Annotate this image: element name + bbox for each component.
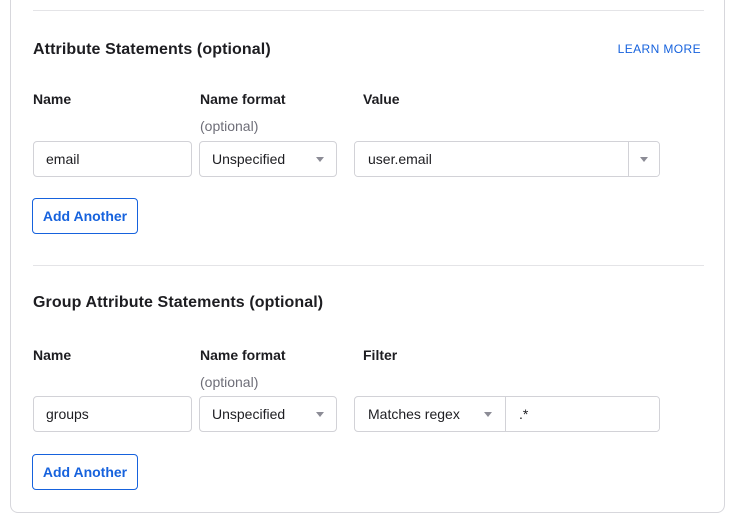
add-another-attribute-button[interactable]: Add Another: [32, 198, 138, 234]
group-attribute-filter-type-select[interactable]: Matches regex: [355, 397, 506, 431]
attribute-value-combobox: [354, 141, 660, 177]
add-another-group-attribute-button[interactable]: Add Another: [32, 454, 138, 490]
chevron-down-icon: [316, 157, 324, 162]
section-divider-middle: [33, 265, 704, 266]
group-attribute-filter-value-input[interactable]: [506, 397, 659, 431]
column-header-name: Name: [33, 347, 71, 363]
column-header-name-format: Name format: [200, 91, 286, 107]
chevron-down-icon: [316, 412, 324, 417]
attribute-name-input[interactable]: [33, 141, 192, 177]
column-header-filter: Filter: [363, 347, 397, 363]
saml-settings-page: Attribute Statements (optional) LEARN MO…: [0, 0, 737, 530]
group-attribute-name-input[interactable]: [33, 396, 192, 432]
group-attribute-name-format-select[interactable]: Unspecified: [199, 396, 337, 432]
column-header-name-format: Name format: [200, 347, 286, 363]
group-attribute-name-format-value: Unspecified: [212, 406, 285, 422]
group-attribute-statements-title: Group Attribute Statements (optional): [33, 294, 323, 312]
group-attribute-filter-group: Matches regex: [354, 396, 660, 432]
attribute-name-format-value: Unspecified: [212, 151, 285, 167]
attribute-statements-title: Attribute Statements (optional): [33, 41, 271, 59]
attribute-value-input[interactable]: [355, 142, 628, 176]
learn-more-link[interactable]: LEARN MORE: [618, 42, 701, 56]
section-divider-top: [33, 10, 704, 11]
column-header-name: Name: [33, 91, 71, 107]
chevron-down-icon: [640, 157, 648, 162]
column-subheader-optional: (optional): [200, 374, 258, 390]
attribute-name-format-select[interactable]: Unspecified: [199, 141, 337, 177]
column-header-value: Value: [363, 91, 400, 107]
column-subheader-optional: (optional): [200, 118, 258, 134]
chevron-down-icon: [484, 412, 492, 417]
group-attribute-filter-type-value: Matches regex: [368, 406, 460, 422]
attribute-value-dropdown-button[interactable]: [628, 142, 659, 176]
